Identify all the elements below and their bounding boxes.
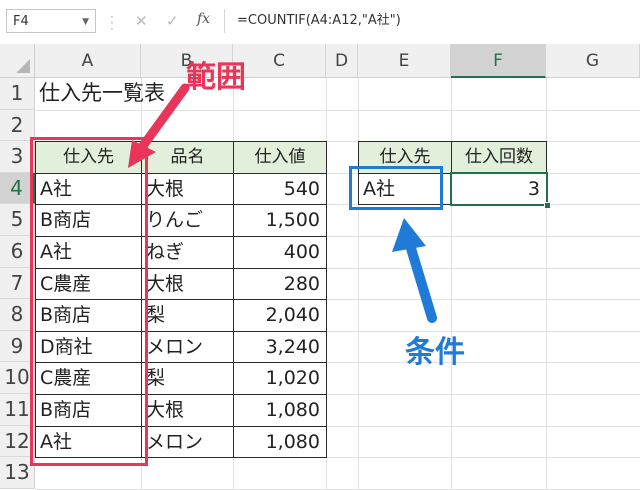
condition-arrow-icon — [392, 218, 437, 323]
condition-callout: 条件 — [405, 335, 465, 370]
condition-highlight-box — [349, 166, 443, 210]
range-callout: 範囲 — [186, 60, 246, 95]
range-highlight-box — [30, 137, 148, 466]
